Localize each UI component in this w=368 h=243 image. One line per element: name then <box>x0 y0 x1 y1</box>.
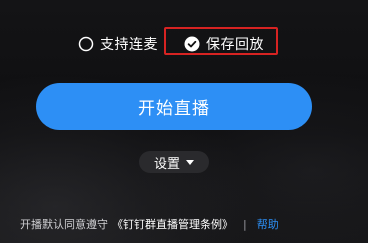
help-link[interactable]: 帮助 <box>257 216 279 232</box>
radio-unchecked-icon[interactable] <box>78 36 94 52</box>
footer: 开播默认同意遵守 《钉钉群直播管理条例》 | 帮助 <box>20 216 279 232</box>
settings-label: 设置 <box>153 156 180 172</box>
settings-dropdown[interactable]: 设置 <box>139 151 209 173</box>
live-mic-label: 支持连麦 <box>100 37 158 53</box>
start-live-button[interactable]: 开始直播 <box>36 83 312 130</box>
footer-separator: | <box>243 217 247 231</box>
stream-options: 支持连麦 保存回放 <box>78 27 278 55</box>
agreement-link[interactable]: 《钉钉群直播管理条例》 <box>112 216 233 232</box>
live-mic-option[interactable]: 支持连麦 <box>78 34 158 54</box>
highlight-box <box>164 27 278 55</box>
caret-down-icon <box>186 159 194 165</box>
agreement-text: 开播默认同意遵守 <box>20 218 108 231</box>
